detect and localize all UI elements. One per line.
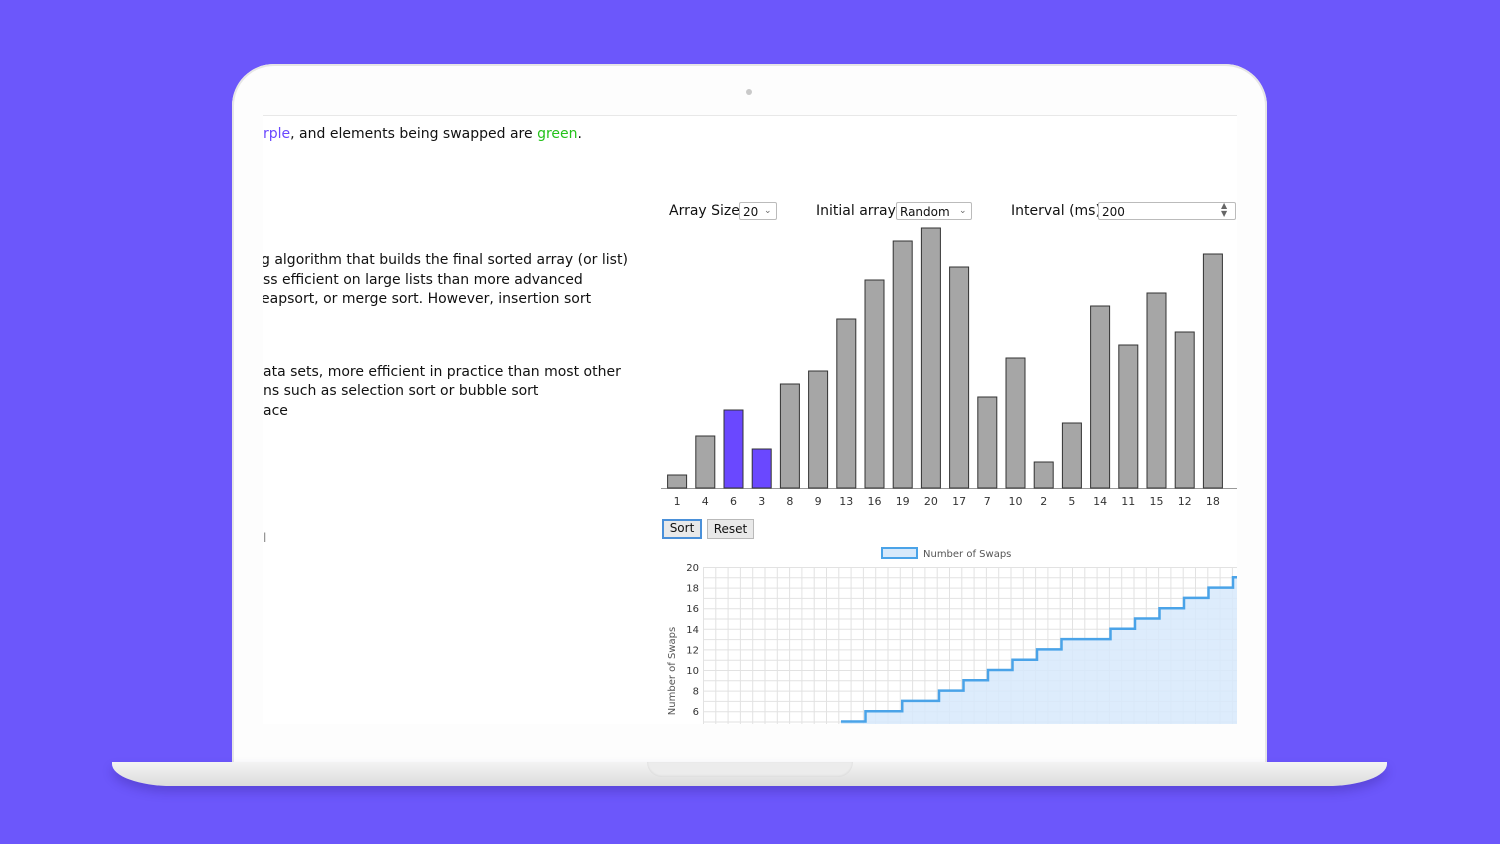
swapped-color-word: green xyxy=(537,126,578,142)
y-tick-label: 10 xyxy=(686,666,699,677)
description-line: ss efficient on large lists than more ad… xyxy=(263,272,583,288)
bar-label: 4 xyxy=(702,495,709,508)
sort-button[interactable]: Sort xyxy=(662,519,702,539)
bar-label: 1 xyxy=(674,495,681,508)
bar xyxy=(1146,292,1167,489)
bar xyxy=(864,279,885,489)
array-size-value: 20 xyxy=(743,205,759,219)
description-list-item: ace xyxy=(263,403,288,419)
array-size-label: Array Size xyxy=(669,203,740,219)
bar-label: 11 xyxy=(1121,495,1135,508)
bar xyxy=(1005,357,1026,489)
description-line: g algorithm that builds the final sorted… xyxy=(263,252,628,268)
bar-label: 15 xyxy=(1150,495,1164,508)
bar-label: 16 xyxy=(868,495,882,508)
reset-button[interactable]: Reset xyxy=(707,519,754,539)
interval-input[interactable]: 200 xyxy=(1098,202,1236,220)
bar-compared xyxy=(751,448,772,489)
bar xyxy=(808,370,829,489)
spinner-icon[interactable]: ▲ ▼ xyxy=(1221,202,1227,218)
bar-label: 20 xyxy=(924,495,938,508)
bar xyxy=(779,383,800,489)
bar-label: 17 xyxy=(952,495,966,508)
bar xyxy=(1090,305,1111,489)
bar-label: 10 xyxy=(1009,495,1023,508)
bar xyxy=(949,266,970,489)
bar xyxy=(836,318,857,489)
y-tick-label: 18 xyxy=(686,584,699,595)
bar xyxy=(1202,253,1223,489)
chevron-down-icon: ⌄ xyxy=(959,206,967,216)
bar-label: 9 xyxy=(815,495,822,508)
swaps-line-chart: Number of Swaps 20 18 16 14 12 10 8 6 Number of S… xyxy=(667,547,1237,724)
y-tick-label: 12 xyxy=(686,645,699,656)
bar xyxy=(892,240,913,489)
bar-label: 6 xyxy=(730,495,737,508)
bar-label: 2 xyxy=(1040,495,1047,508)
legend-label: Number of Swaps xyxy=(923,549,1011,560)
bar-label: 14 xyxy=(1093,495,1107,508)
y-tick-label: 14 xyxy=(686,625,699,636)
interval-label: Interval (ms) xyxy=(1011,203,1101,219)
camera-icon xyxy=(746,89,752,95)
initial-array-label: Initial array xyxy=(816,203,896,219)
y-tick-label: 8 xyxy=(693,687,699,698)
bar xyxy=(667,474,688,489)
text-fragment: l xyxy=(263,531,267,545)
compared-color-word: rple xyxy=(263,126,291,142)
legend-swatch xyxy=(881,547,918,559)
initial-array-value: Random xyxy=(900,205,950,219)
y-axis-label: Number of Swaps xyxy=(667,627,678,715)
bar xyxy=(920,227,941,489)
bar xyxy=(1174,331,1195,489)
description-list-item: ata sets, more efficient in practice tha… xyxy=(263,364,621,380)
intro-middle: , and elements being swapped are xyxy=(290,126,538,142)
description-list-item: ns such as selection sort or bubble sort xyxy=(263,383,539,399)
bar-label: 12 xyxy=(1178,495,1192,508)
interval-value: 200 xyxy=(1102,205,1125,219)
bar-label: 13 xyxy=(839,495,853,508)
description-line: eapsort, or merge sort. However, inserti… xyxy=(263,291,592,307)
bar-label: 19 xyxy=(896,495,910,508)
bar-label: 8 xyxy=(786,495,793,508)
intro-suffix: . xyxy=(577,126,582,142)
y-tick-label: 16 xyxy=(686,604,699,615)
chevron-down-icon: ⌄ xyxy=(764,206,772,216)
bar xyxy=(1061,422,1082,489)
y-tick-label: 20 xyxy=(686,563,699,574)
array-bar-chart: 1 4 6 3 8 9 13 16 19 20 17 7 10 2 5 14 11 15 12 18 xyxy=(661,227,1237,508)
bar xyxy=(977,396,998,489)
bar-label: 18 xyxy=(1206,495,1220,508)
laptop-notch xyxy=(647,762,853,777)
y-tick-label: 6 xyxy=(693,707,699,718)
browser-viewport: rple, and elements being swapped are gre… xyxy=(263,115,1237,724)
bar-label: 7 xyxy=(984,495,991,508)
bar-label: 5 xyxy=(1068,495,1075,508)
bar xyxy=(1033,461,1054,489)
intro-text: rple, and elements being swapped are gre… xyxy=(263,125,582,143)
bar-compared xyxy=(723,409,744,489)
bar xyxy=(1118,344,1139,489)
bar xyxy=(695,435,716,489)
bar-label: 3 xyxy=(758,495,765,508)
